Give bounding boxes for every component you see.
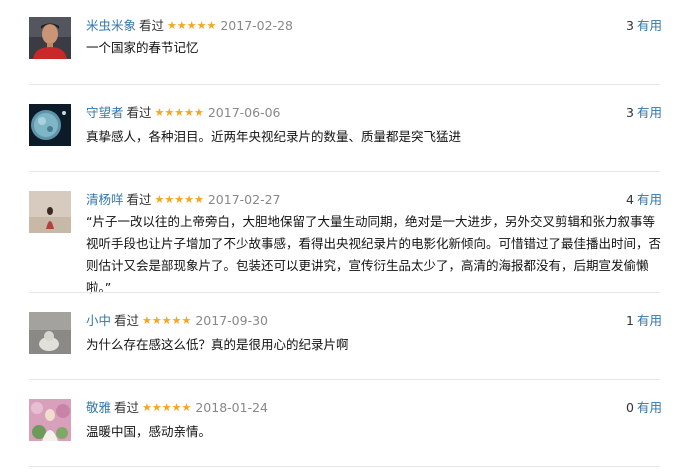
divider [29,466,660,467]
useful-vote: 3 有用 [626,104,662,122]
divider [29,171,660,172]
divider [29,292,660,293]
review-date: 2017-06-06 [207,105,281,120]
useful-button[interactable]: 有用 [637,400,662,415]
review-content: 温暖中国，感动亲情。 [86,424,212,439]
username-link[interactable]: 守望者 [86,105,124,120]
review-date: 2018-01-24 [195,400,268,415]
review-date: 2017-02-27 [207,192,281,207]
review-content: 一个国家的春节记忆 [86,40,199,55]
username-link[interactable]: 小中 [86,313,111,328]
useful-count: 0 [626,400,634,415]
status-label: 看过 [126,192,152,207]
rating-stars: ★★★★★ [154,106,204,119]
review-meta: 守望者 看过 ★★★★★ 2017-06-06 [86,104,281,122]
useful-vote: 1 有用 [626,312,662,330]
rating-stars: ★★★★★ [154,193,204,206]
useful-count: 4 [626,192,634,207]
useful-vote: 4 有用 [626,191,662,209]
avatar[interactable] [29,312,71,354]
useful-count: 3 [626,105,634,120]
useful-button[interactable]: 有用 [637,192,662,207]
status-label: 看过 [126,105,152,120]
divider [29,84,660,85]
username-link[interactable]: 清杨咩 [86,192,124,207]
avatar[interactable] [29,399,71,441]
rating-stars: ★★★★★ [142,401,192,414]
review-content: 为什么存在感这么低？真的是很用心的纪录片啊 [86,337,349,352]
status-label: 看过 [139,18,165,33]
useful-count: 3 [626,18,634,33]
username-link[interactable]: 米虫米象 [86,18,136,33]
useful-button[interactable]: 有用 [637,18,662,33]
useful-vote: 3 有用 [626,17,662,35]
review-content: 真挚感人，各种泪目。近两年央视纪录片的数量、质量都是突飞猛进 [86,129,462,144]
review-content: “片子一改以往的上帝旁白，大胆地保留了大量生动同期，绝对是一大进步，另外交叉剪辑… [86,214,662,295]
status-label: 看过 [114,400,140,415]
avatar[interactable] [29,17,71,59]
review-meta: 米虫米象 看过 ★★★★★ 2017-02-28 [86,17,293,35]
username-link[interactable]: 敬雅 [86,400,111,415]
divider [29,379,660,380]
avatar[interactable] [29,104,71,146]
review-meta: 敬雅 看过 ★★★★★ 2018-01-24 [86,399,268,417]
rating-stars: ★★★★★ [167,19,217,32]
rating-stars: ★★★★★ [142,314,192,327]
useful-vote: 0 有用 [626,399,662,417]
review-meta: 小中 看过 ★★★★★ 2017-09-30 [86,312,268,330]
useful-count: 1 [626,313,634,328]
review-date: 2017-09-30 [195,313,268,328]
status-label: 看过 [114,313,140,328]
review-date: 2017-02-28 [220,18,293,33]
useful-button[interactable]: 有用 [637,105,662,120]
useful-button[interactable]: 有用 [637,313,662,328]
review-meta: 清杨咩 看过 ★★★★★ 2017-02-27 [86,191,281,209]
avatar[interactable] [29,191,71,233]
